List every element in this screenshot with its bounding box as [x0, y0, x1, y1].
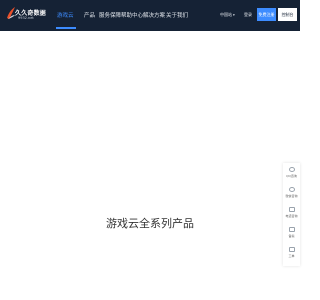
site-logo[interactable]: 久久奇数据 9932.net [6, 5, 48, 25]
nav-item-service-guarantee[interactable]: 服务保障 [99, 11, 121, 19]
hero-title: 游戏云全系列产品 [106, 217, 194, 230]
nav-item-game-cloud[interactable]: 游戏云 [57, 11, 74, 19]
nav-active-indicator [56, 27, 76, 29]
side-item-ticket[interactable]: 工单 [283, 245, 300, 265]
nav-item-help-center[interactable]: 帮助中心 [121, 11, 143, 19]
ticket-icon [288, 247, 295, 252]
side-item-label: 工单 [288, 254, 295, 258]
record-icon [288, 227, 295, 232]
language-label: 中国站 [220, 12, 232, 17]
top-navigation-bar: 久久奇数据 9932.net 游戏云 产品 服务保障 帮助中心 解决方案 关于我… [0, 0, 300, 31]
nav-item-about-us[interactable]: 关于我们 [166, 11, 188, 19]
side-item-wechat[interactable]: 微信咨询 [283, 185, 300, 205]
side-item-label: QQ咨询 [286, 174, 297, 178]
side-item-label: 备案 [288, 234, 295, 238]
side-item-label: 微信咨询 [285, 194, 298, 198]
floating-contact-panel: QQ咨询 微信咨询 电话咨询 备案 工单 [283, 163, 300, 266]
side-item-record[interactable]: 备案 [283, 225, 300, 245]
side-item-phone[interactable]: 电话咨询 [283, 205, 300, 225]
nav-item-solutions[interactable]: 解决方案 [143, 11, 165, 19]
side-item-label: 电话咨询 [285, 214, 298, 218]
qq-icon [288, 167, 295, 172]
wechat-icon [288, 187, 295, 192]
login-link[interactable]: 登录 [244, 12, 252, 18]
language-selector[interactable]: 中国站▾ [220, 12, 235, 18]
phone-icon [288, 207, 295, 212]
nav-item-products[interactable]: 产品 [84, 11, 95, 19]
console-button[interactable]: 控制台 [278, 8, 297, 21]
side-item-qq[interactable]: QQ咨询 [283, 165, 300, 185]
register-button[interactable]: 免费注册 [257, 8, 276, 21]
logo-domain: 9932.net [18, 16, 34, 20]
chevron-down-icon: ▾ [233, 13, 235, 17]
